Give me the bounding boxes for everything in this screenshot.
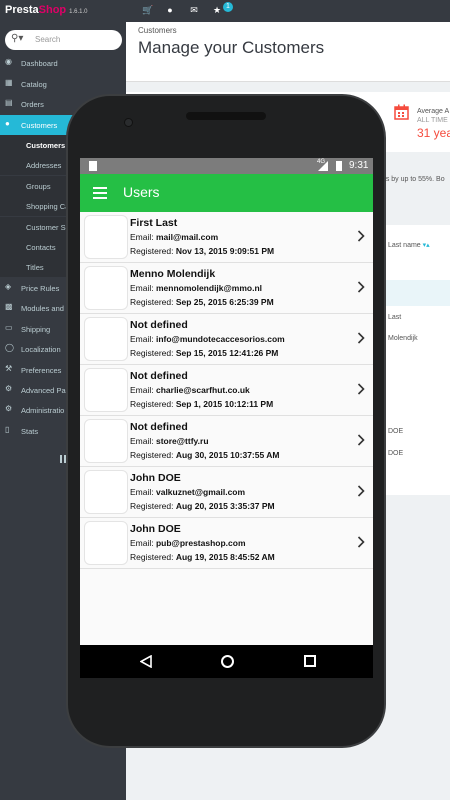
sidebar-item-catalog[interactable]: ▦ Catalog [0, 74, 126, 94]
home-icon[interactable] [221, 655, 234, 668]
sort-icon[interactable]: ▾▴ [423, 242, 430, 249]
phone-speaker [186, 112, 266, 120]
kpi-subtitle: ALL TIME [417, 117, 448, 124]
chevron-right-icon [357, 485, 365, 497]
user-list-item[interactable]: Not defined Email: info@mundotecaccesorio… [80, 314, 373, 365]
mail-icon[interactable]: ✉ [189, 5, 199, 15]
user-registered: Registered: Aug 20, 2015 3:35:37 PM [130, 501, 275, 511]
android-status-bar: 4G 9:31 [80, 158, 373, 174]
puzzle-icon: ▩ [5, 302, 13, 311]
chevron-right-icon [357, 434, 365, 446]
user-avatar [84, 266, 128, 310]
status-clock: 9:31 [349, 160, 369, 171]
user-list-item[interactable]: Not defined Email: store@ttfy.ru Registere… [80, 416, 373, 467]
search-icon: ⚲▾ [11, 33, 24, 44]
admin-search-input[interactable]: ⚲▾ Search [5, 30, 122, 50]
gear-icon: ⚙ [5, 404, 13, 413]
breadcrumb[interactable]: Customers [138, 26, 177, 35]
prestashop-logo[interactable]: PrestaShop 1.6.1.0 [5, 4, 88, 16]
user-email: Email: mail@mail.com [130, 232, 219, 242]
phone-camera [124, 118, 133, 127]
table-cell: Molendijk [388, 335, 418, 342]
users-list: First Last Email: mail@mail.com Registered… [80, 212, 373, 569]
user-avatar [84, 419, 128, 463]
user-email: Email: valkuznet@gmail.com [130, 487, 246, 497]
user-registered: Registered: Aug 19, 2015 8:45:52 AM [130, 552, 275, 562]
chevron-right-icon [357, 230, 365, 242]
user-avatar [84, 317, 128, 361]
chevron-right-icon [357, 281, 365, 293]
user-icon[interactable]: ● [165, 5, 175, 15]
user-registered: Registered: Sep 25, 2015 6:25:39 PM [130, 297, 274, 307]
user-registered: Registered: Sep 15, 2015 12:41:26 PM [130, 348, 279, 358]
app-title: Users [123, 184, 160, 200]
bar-chart-icon: ▯ [5, 425, 10, 434]
kpi-title: Average A [417, 108, 450, 115]
user-email: Email: pub@prestashop.com [130, 538, 246, 548]
tag-icon: ◈ [5, 282, 12, 291]
promo-text: nts by up to 55%. Bo [380, 176, 445, 183]
user-name: Menno Molendijk [130, 268, 216, 280]
user-registered: Registered: Aug 30, 2015 10:37:55 AM [130, 450, 280, 460]
user-avatar [84, 368, 128, 412]
user-email: Email: mennomolendijk@mmo.nl [130, 283, 263, 293]
table-cell: Last [388, 314, 402, 321]
chevron-right-icon [357, 332, 365, 344]
globe-icon: ◯ [5, 343, 14, 352]
catalog-icon: ▦ [5, 78, 13, 87]
user-email: Email: store@ttfy.ru [130, 436, 209, 446]
dashboard-icon: ◉ [5, 57, 12, 66]
cogs-icon: ⚙ [5, 384, 13, 393]
page-title: Manage your Customers [138, 38, 325, 57]
admin-page-header: Customers Manage your Customers [126, 22, 450, 82]
user-email: Email: info@mundotecaccesorios.com [130, 334, 285, 344]
user-list-item[interactable]: First Last Email: mail@mail.com Registered… [80, 212, 373, 263]
admin-topbar: PrestaShop 1.6.1.0 🛒 ● ✉ ★ 1 [0, 0, 450, 22]
battery-icon [336, 161, 342, 171]
hamburger-menu-icon[interactable] [93, 187, 107, 199]
chevron-right-icon [357, 536, 365, 548]
app-toolbar: Users [80, 174, 373, 212]
orders-icon: ▤ [5, 98, 13, 107]
trophy-icon[interactable]: ★ [212, 5, 222, 15]
table-cell: DOE [388, 428, 404, 435]
user-name: John DOE [130, 472, 181, 484]
user-avatar [84, 215, 128, 259]
user-registered: Registered: Sep 1, 2015 10:12:11 PM [130, 399, 274, 409]
user-name: Not defined [130, 421, 188, 433]
back-icon[interactable] [140, 655, 152, 668]
truck-icon: ▭ [5, 323, 13, 332]
table-filter-row [380, 280, 450, 306]
user-name: Not defined [130, 319, 188, 331]
user-name: First Last [130, 217, 178, 229]
user-email: Email: charlie@scarfhut.co.uk [130, 385, 250, 395]
recent-apps-icon[interactable] [304, 655, 316, 667]
chevron-right-icon [357, 383, 365, 395]
sd-card-icon [89, 161, 97, 171]
wrench-icon: ⚒ [5, 364, 13, 373]
user-avatar [84, 470, 128, 514]
cart-icon[interactable]: 🛒 [142, 5, 153, 15]
user-name: Not defined [130, 370, 188, 382]
table-cell: DOE [388, 450, 404, 457]
sidebar-item-dashboard[interactable]: ◉ Dashboard [0, 53, 126, 73]
calendar-icon [394, 104, 409, 120]
user-list-item[interactable]: Not defined Email: charlie@scarfhut.co.uk… [80, 365, 373, 416]
phone-screen: 4G 9:31 Users First Last Email: mail@mail… [80, 158, 373, 678]
android-nav-bar [80, 645, 373, 678]
table-header-last-name[interactable]: Last name ▾▴ [388, 241, 430, 249]
user-registered: Registered: Nov 13, 2015 9:09:51 PM [130, 246, 275, 256]
users-icon: ● [5, 119, 10, 128]
user-name: John DOE [130, 523, 181, 535]
user-avatar [84, 521, 128, 565]
kpi-value: 31 yea [417, 126, 450, 140]
notification-badge: 1 [223, 2, 233, 12]
signal-icon [318, 161, 328, 171]
user-list-item[interactable]: John DOE Email: pub@prestashop.com Registe… [80, 518, 373, 569]
user-list-item[interactable]: Menno Molendijk Email: mennomolendijk@mmo… [80, 263, 373, 314]
user-list-item[interactable]: John DOE Email: valkuznet@gmail.com Regist… [80, 467, 373, 518]
